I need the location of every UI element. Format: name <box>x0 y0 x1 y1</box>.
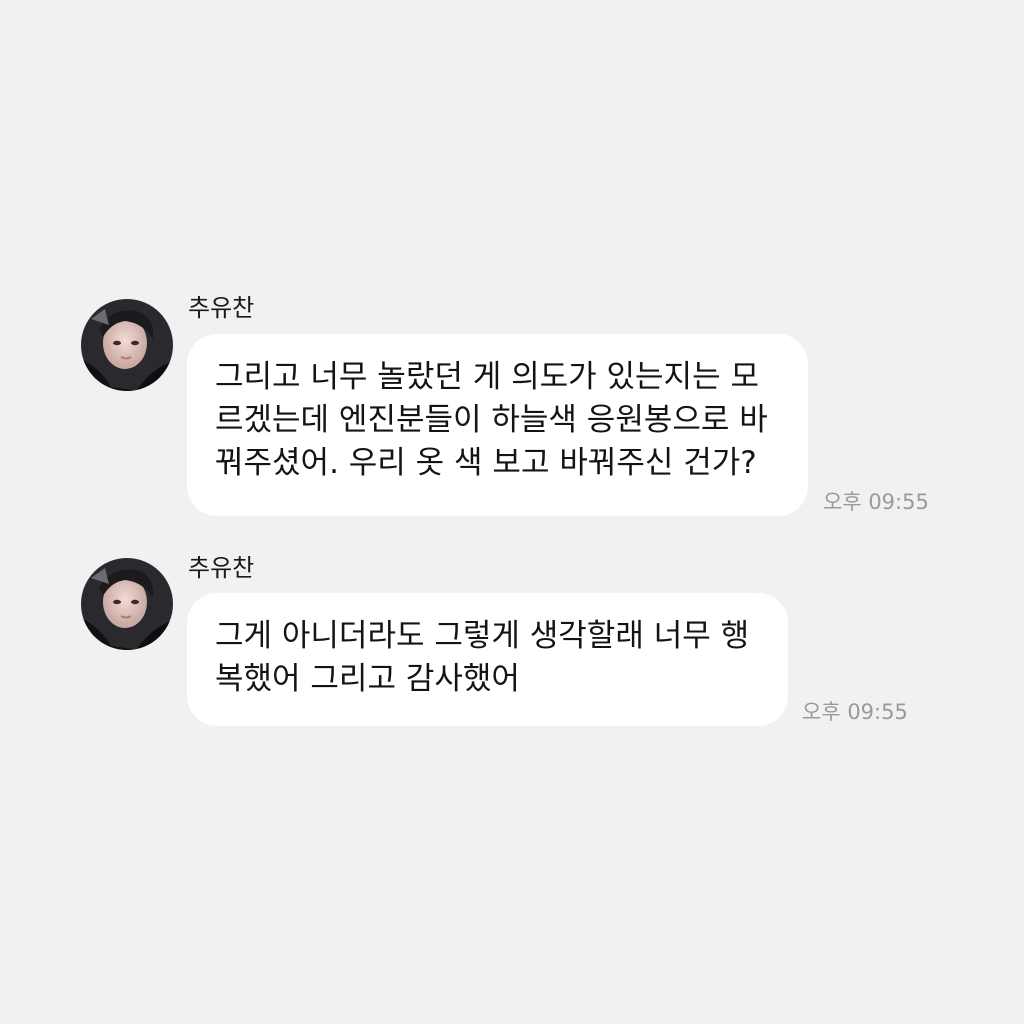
chat-screen: 추유찬 그리고 너무 놀랐던 게 의도가 있는지는 모 르겠는데 엔진분들이 하… <box>0 0 1024 1024</box>
message-text-line: 르겠는데 엔진분들이 하늘색 응원봉으로 바 <box>215 402 768 438</box>
message-text-line: 그리고 너무 놀랐던 게 의도가 있는지는 모 <box>215 359 759 395</box>
avatar[interactable] <box>81 299 173 391</box>
message-timestamp: 오후 09:55 <box>823 490 929 514</box>
profile-photo <box>81 558 173 650</box>
message-text-line: 꿔주셨어. 우리 옷 색 보고 바꿔주신 건가? <box>215 445 757 481</box>
sender-name: 추유찬 <box>188 294 255 322</box>
message-text-line: 복했어 그리고 감사했어 <box>215 661 520 697</box>
message-text-line: 그게 아니더라도 그렇게 생각할래 너무 행 <box>215 618 750 654</box>
sender-name: 추유찬 <box>188 554 255 582</box>
message-bubble[interactable]: 그리고 너무 놀랐던 게 의도가 있는지는 모 르겠는데 엔진분들이 하늘색 응… <box>187 334 808 516</box>
message-bubble[interactable]: 그게 아니더라도 그렇게 생각할래 너무 행 복했어 그리고 감사했어 <box>187 593 788 726</box>
avatar[interactable] <box>81 558 173 650</box>
profile-photo <box>81 299 173 391</box>
message-timestamp: 오후 09:55 <box>802 700 908 724</box>
